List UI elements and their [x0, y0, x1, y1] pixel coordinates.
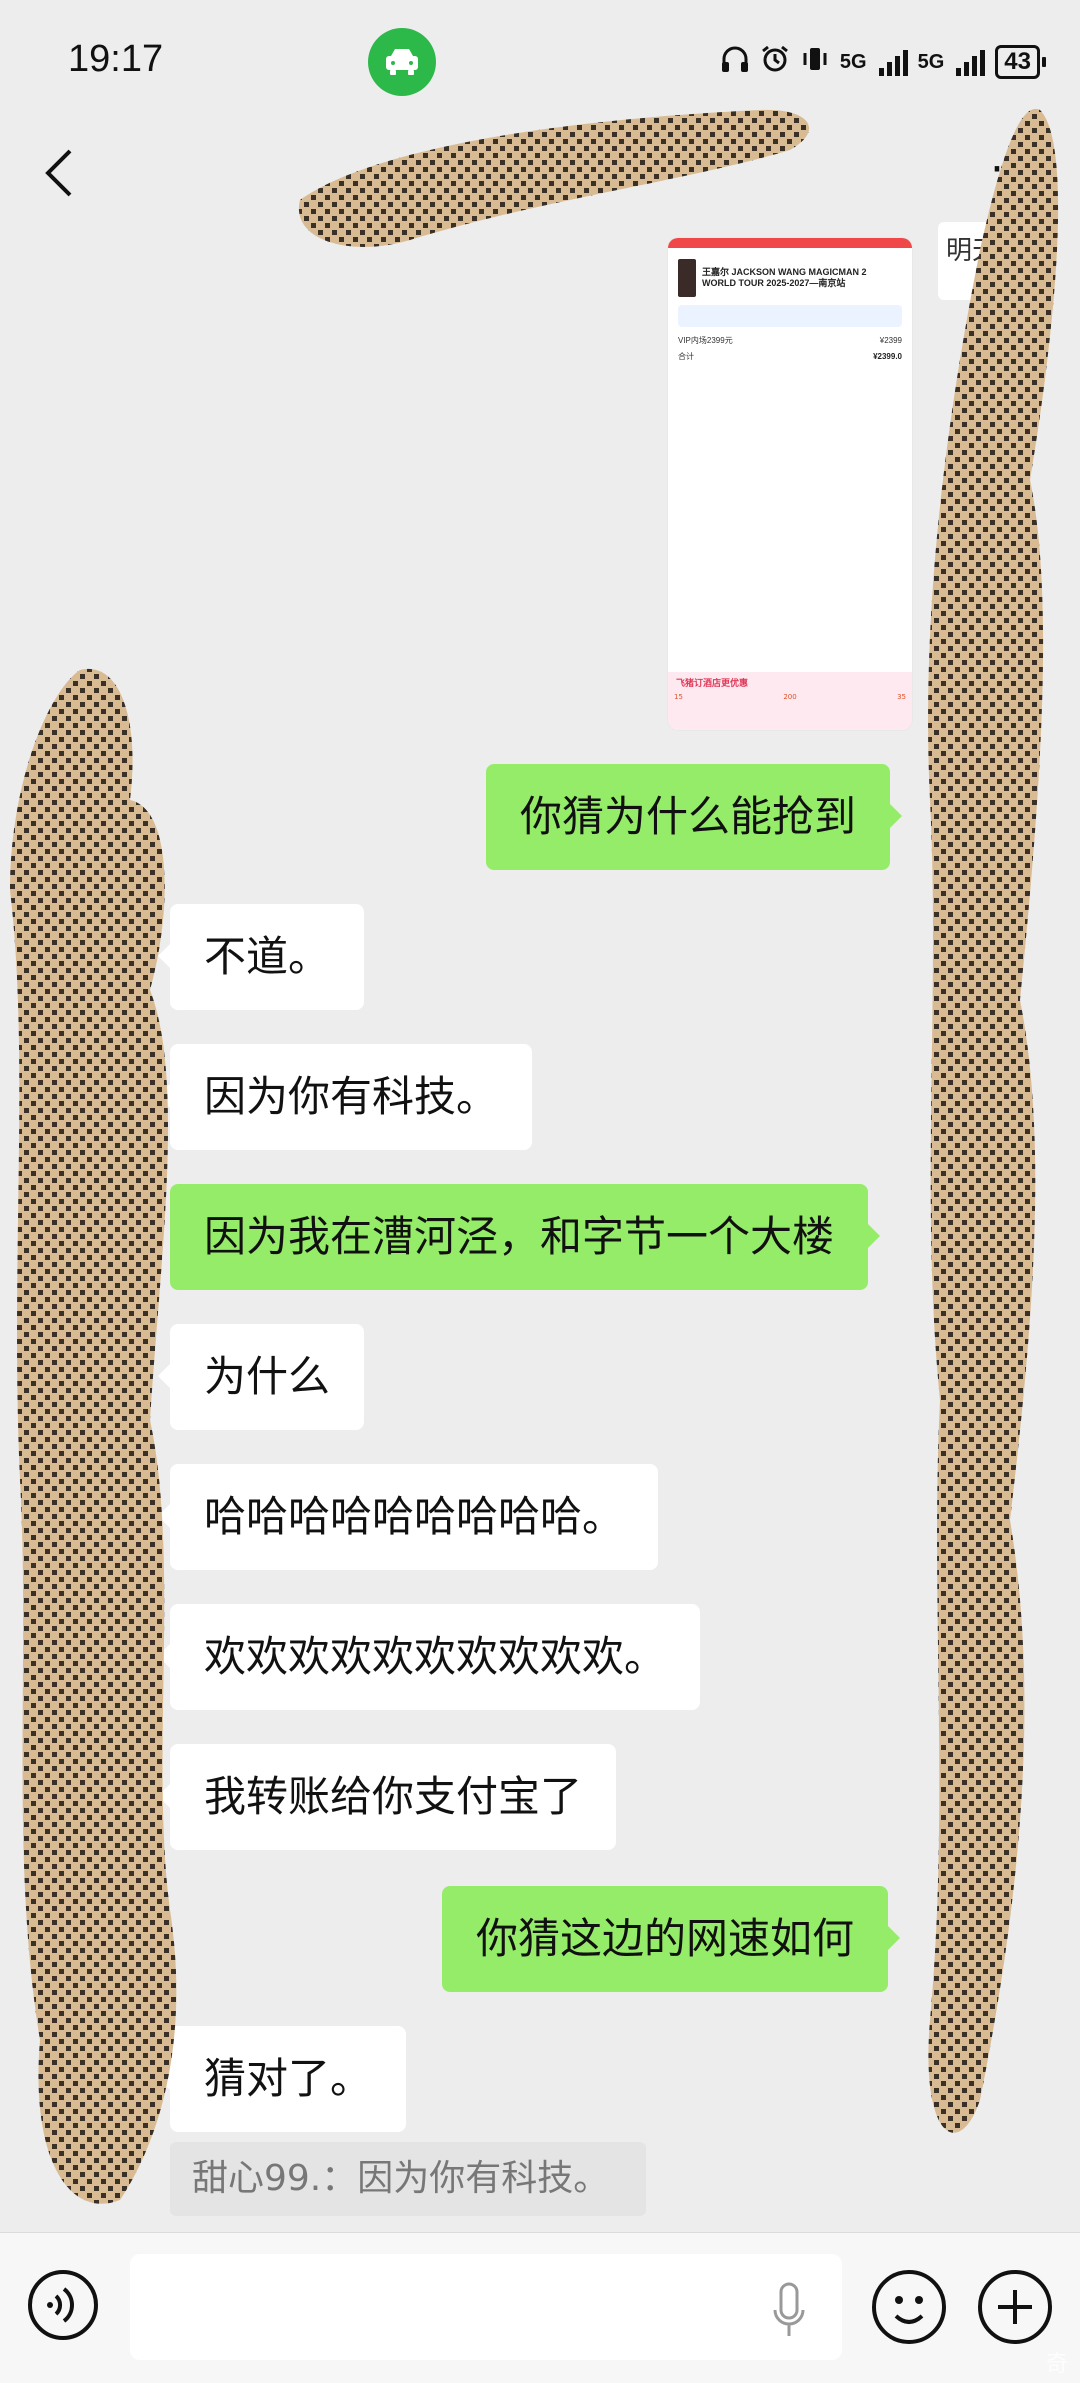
voice-wave-icon — [47, 2287, 74, 2323]
left-avatar-redaction — [10, 660, 200, 2220]
more-actions-button[interactable] — [978, 2270, 1052, 2344]
status-time: 19:17 — [68, 38, 164, 80]
poster-thumbnail — [678, 259, 697, 297]
emoji-button[interactable] — [872, 2270, 946, 2344]
message-bubble-received[interactable]: 我转账给你支付宝了 — [157, 1744, 617, 1850]
shared-screenshot-image[interactable]: 王嘉尔 JACKSON WANG MAGICMAN 2 WORLD TOUR 2… — [668, 238, 912, 730]
hotel-promo-title: 飞猪订酒店更优惠 — [676, 679, 749, 689]
vibrate-icon — [800, 44, 830, 81]
headphones-icon — [720, 44, 750, 81]
signal-bars-1-icon — [878, 48, 908, 76]
date-chip — [678, 305, 902, 327]
message-bubble-received[interactable]: 因为你有科技。 — [157, 1044, 533, 1150]
microphone-icon[interactable] — [772, 2282, 806, 2342]
battery-icon: 43 — [995, 45, 1046, 79]
status-icons: 5G 5G 43 — [720, 40, 1046, 84]
signal-label-2: 5G — [917, 50, 945, 73]
smiley-icon — [894, 2296, 924, 2324]
voice-input-button[interactable] — [28, 2270, 98, 2340]
back-button[interactable] — [40, 145, 80, 201]
ticket-tier: VIP内场2399元 — [678, 336, 733, 345]
signal-label-1: 5G — [839, 50, 867, 73]
watermark: 奇 — [1045, 2352, 1068, 2377]
car-mode-icon[interactable] — [368, 28, 436, 96]
hotel-promo-banner: 飞猪订酒店更优惠 15 200 35 — [668, 672, 912, 730]
message-bubble-sent[interactable]: 因为我在漕河泾，和字节一个大楼 — [170, 1184, 881, 1290]
right-avatar-redaction — [920, 100, 1070, 2160]
total-price: ¥2399.0 — [873, 352, 902, 361]
chevron-left-icon — [45, 149, 72, 197]
concert-title: 王嘉尔 JACKSON WANG MAGICMAN 2 WORLD TOUR 2… — [702, 267, 867, 288]
ticket-price: ¥2399 — [879, 336, 902, 345]
promo-value-2: 200 — [783, 693, 797, 701]
promo-value-3: 35 — [897, 693, 906, 701]
signal-bars-2-icon — [956, 48, 986, 76]
message-bubble-sent[interactable]: 你猜为什么能抢到 — [486, 764, 903, 870]
message-bubble-received[interactable]: 猜对了。 — [157, 2026, 407, 2132]
header-redaction — [290, 90, 830, 260]
message-bubble-sent[interactable]: 你猜这边的网速如何 — [442, 1886, 901, 1992]
message-bubble-received[interactable]: 哈哈哈哈哈哈哈哈哈。 — [157, 1464, 659, 1570]
total-label: 合计 — [678, 352, 694, 361]
alarm-icon — [760, 44, 790, 81]
promo-value-1: 15 — [674, 693, 683, 701]
quoted-message[interactable]: 甜心99.：因为你有科技。 — [170, 2142, 646, 2216]
message-bubble-received[interactable]: 欢欢欢欢欢欢欢欢欢欢。 — [157, 1604, 701, 1710]
message-input[interactable] — [130, 2254, 842, 2360]
